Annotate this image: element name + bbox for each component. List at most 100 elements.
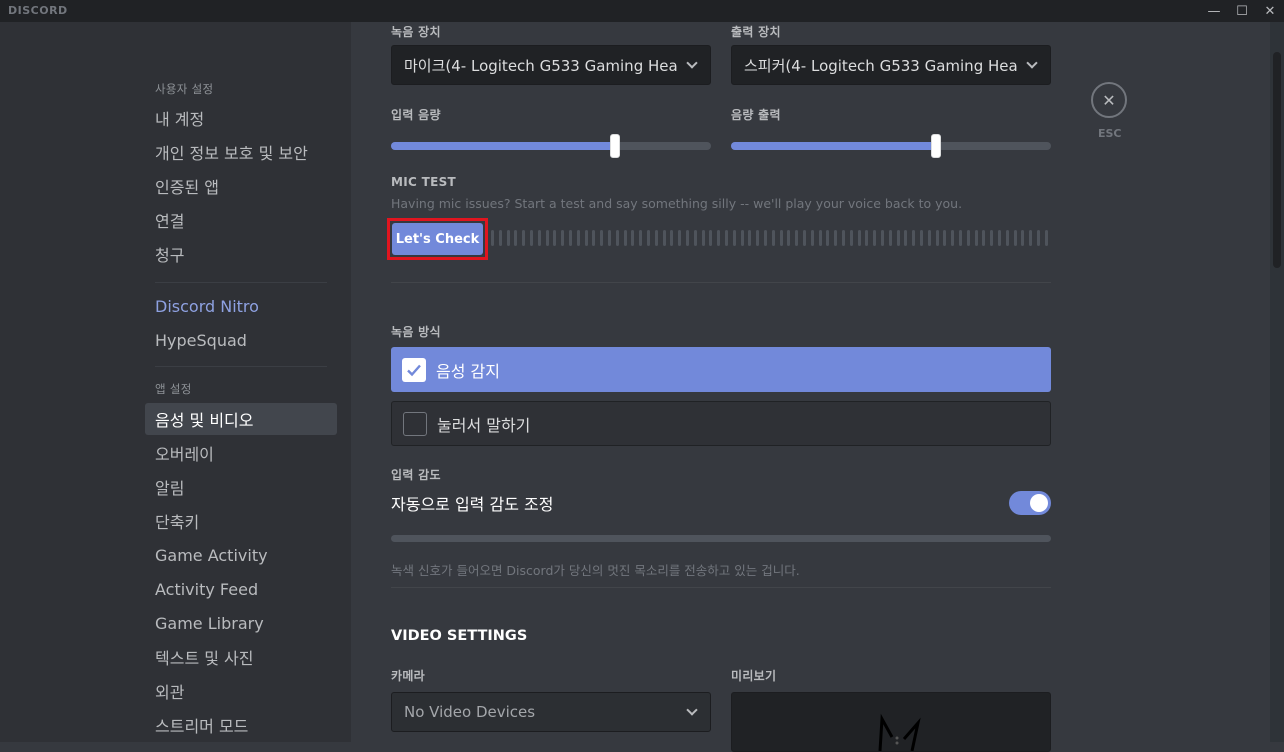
mic-meter-bar (904, 230, 908, 246)
sidebar-item-nitro[interactable]: Discord Nitro (145, 290, 337, 322)
mic-meter-bar (998, 230, 1001, 246)
mic-meter-bar (608, 230, 611, 246)
mic-meter-bar (639, 230, 643, 246)
sidebar-item-my-account[interactable]: 내 계정 (145, 102, 337, 134)
video-settings-title: VIDEO SETTINGS (391, 628, 528, 644)
checkbox-unchecked (403, 411, 427, 436)
minimize-button[interactable]: — (1200, 0, 1228, 22)
output-device-select[interactable]: 스피커(4- Logitech G533 Gaming Hea (731, 45, 1051, 85)
toggle-knob (1030, 494, 1048, 512)
sidebar-item-hypesquad[interactable]: HypeSquad (145, 324, 337, 356)
mic-meter-bar (857, 230, 861, 246)
close-icon: ✕ (1102, 90, 1116, 110)
scrollbar-thumb[interactable] (1273, 52, 1281, 268)
sidebar-item-keybinds[interactable]: 단축키 (145, 505, 337, 537)
mic-meter-bar (693, 230, 697, 246)
sidebar-item-billing[interactable]: 청구 (145, 238, 337, 270)
input-volume-fill (391, 142, 615, 150)
mic-meter-bar (569, 230, 572, 246)
input-volume-thumb[interactable] (610, 134, 620, 158)
title-bar: DISCORD — ☐ ✕ (0, 0, 1284, 22)
mic-meter-bar (748, 230, 752, 246)
section-divider (391, 282, 1051, 283)
sidebar-item-text-images[interactable]: 텍스트 및 사진 (145, 641, 337, 673)
sidebar-divider (155, 282, 327, 283)
camera-label: 카메라 (391, 669, 426, 683)
mic-meter-bar (717, 230, 721, 246)
mic-meter-bar (530, 230, 533, 246)
output-volume-slider[interactable] (731, 134, 1051, 158)
output-volume-thumb[interactable] (930, 134, 941, 158)
mic-meter-bar (1005, 230, 1009, 246)
mic-meter-bar (935, 230, 939, 246)
sidebar-item-authorized-apps[interactable]: 인증된 앱 (145, 170, 337, 202)
esc-label: ESC (1098, 127, 1122, 140)
sidebar-item-streamer-mode[interactable]: 스트리머 모드 (145, 709, 337, 741)
mic-meter-bar (764, 230, 767, 246)
sidebar-item-notifications[interactable]: 알림 (145, 471, 337, 503)
mic-meter-bar (826, 230, 830, 246)
settings-content: 녹음 장치 출력 장치 마이크(4- Logitech G533 Gaming … (351, 22, 1284, 752)
sidebar-item-voice-video[interactable]: 음성 및 비디오 (145, 403, 337, 435)
mic-meter-bar (631, 230, 635, 246)
mic-meter-bar (537, 230, 541, 246)
maximize-button[interactable]: ☐ (1228, 0, 1256, 22)
chevron-down-icon (686, 57, 698, 69)
camera-value: No Video Devices (404, 703, 536, 721)
mic-meter-bar (818, 230, 822, 246)
mic-meter-bar (662, 230, 666, 246)
sidebar-item-connections[interactable]: 연결 (145, 204, 337, 236)
mic-meter-bar (974, 230, 978, 246)
mic-meter-bar (498, 230, 502, 246)
mic-meter-bar (787, 230, 791, 246)
mic-meter-bar (1013, 230, 1017, 246)
sidebar-item-appearance[interactable]: 외관 (145, 675, 337, 707)
settings-sidebar: 사용자 설정 내 계정 개인 정보 보호 및 보안 인증된 앱 연결 청구 Di… (0, 22, 351, 742)
close-window-button[interactable]: ✕ (1256, 0, 1284, 22)
output-volume-label: 음량 출력 (731, 108, 781, 122)
mic-meter-bar (647, 230, 650, 246)
mic-meter-bar (795, 230, 799, 246)
mic-meter-bar (615, 230, 619, 246)
sidebar-item-activity-feed[interactable]: Activity Feed (145, 573, 337, 605)
sidebar-item-overlay[interactable]: 오버레이 (145, 437, 337, 469)
input-sensitivity-label: 입력 감도 (391, 468, 441, 482)
mic-meter-bar (849, 230, 853, 246)
mic-meter-bar (506, 230, 510, 246)
close-settings-button[interactable]: ✕ (1091, 82, 1127, 118)
camera-select[interactable]: No Video Devices (391, 692, 711, 732)
mic-meter-bar (810, 230, 814, 246)
scrollbar[interactable] (1270, 22, 1284, 742)
sidebar-item-game-activity[interactable]: Game Activity (145, 539, 337, 571)
sidebar-item-game-library[interactable]: Game Library (145, 607, 337, 639)
sensitivity-description: 녹색 신호가 들어오면 Discord가 당신의 멋진 목소리를 전송하고 있는… (391, 563, 800, 578)
mic-meter-bar (966, 230, 970, 246)
input-mode-push-to-talk[interactable]: 눌러서 말하기 (391, 401, 1051, 446)
mic-meter-bar (1037, 230, 1040, 246)
preview-placeholder-icon (878, 713, 921, 751)
mic-meter-bar (561, 230, 565, 246)
mic-meter-bar (732, 230, 736, 246)
checkbox-checked (402, 357, 426, 382)
mic-meter-bar (678, 230, 682, 246)
close-icon: ✕ (1264, 3, 1276, 19)
mic-test-label: MIC TEST (391, 175, 457, 189)
mic-meter-bar (600, 230, 604, 246)
auto-sensitivity-toggle[interactable] (1009, 491, 1051, 515)
input-mode-push-to-talk-label: 눌러서 말하기 (437, 415, 531, 435)
mic-meter-bar (654, 230, 658, 246)
input-device-select[interactable]: 마이크(4- Logitech G533 Gaming Hea (391, 45, 711, 85)
input-volume-label: 입력 음량 (391, 108, 441, 122)
sidebar-item-privacy[interactable]: 개인 정보 보호 및 보안 (145, 136, 337, 168)
mic-meter-bar (522, 230, 526, 246)
mic-meter-bar (553, 230, 557, 246)
input-volume-slider[interactable] (391, 134, 711, 158)
mic-meter-bar (576, 230, 580, 246)
input-mode-voice-activity[interactable]: 음성 감지 (391, 347, 1051, 392)
lets-check-button[interactable]: Let's Check (392, 223, 483, 255)
mic-meter-bar (943, 230, 947, 246)
mic-meter-bar (740, 230, 744, 246)
mic-meter-bar (756, 230, 760, 246)
input-device-value: 마이크(4- Logitech G533 Gaming Hea (404, 56, 678, 75)
mic-meter-bar (990, 230, 994, 246)
